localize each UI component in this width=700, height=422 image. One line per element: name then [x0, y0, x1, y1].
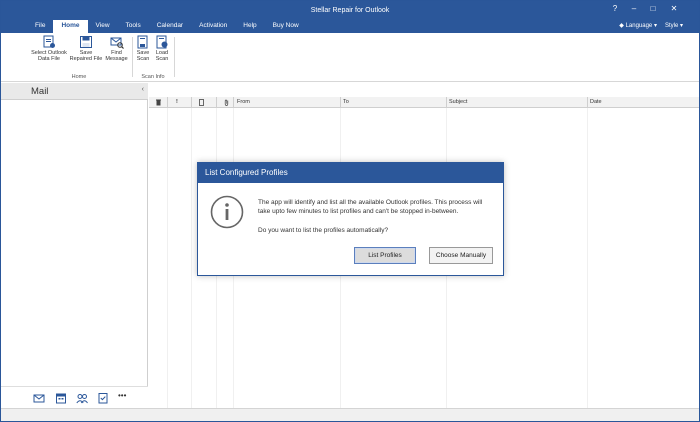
ribbon: Select Outlook Data File Save Repaired F…: [1, 33, 699, 82]
bottom-nav: •••: [1, 386, 148, 408]
more-icon[interactable]: •••: [118, 391, 134, 403]
mail-title: Mail: [31, 86, 49, 97]
column-header-subject[interactable]: Subject: [449, 99, 467, 105]
contacts-icon[interactable]: [76, 392, 88, 404]
column-header-to[interactable]: To: [343, 99, 349, 105]
list-profiles-button[interactable]: List Profiles: [354, 247, 416, 264]
document-icon[interactable]: [198, 99, 205, 106]
language-menu[interactable]: ◆ Language ▾: [619, 22, 657, 29]
load-scan-icon: [156, 35, 168, 49]
ribbon-group-home-label: Home: [71, 74, 87, 80]
grid-header: ! From To Subject Date: [149, 97, 699, 108]
find-message-line2: Message: [105, 56, 128, 62]
save-icon: [80, 36, 92, 48]
column-separator: [167, 97, 168, 108]
ribbon-group-scan-info-label: Scan Info: [141, 74, 165, 80]
menu-buy-now[interactable]: Buy Now: [265, 20, 307, 33]
importance-icon[interactable]: !: [176, 99, 178, 105]
app-window: Stellar Repair for Outlook ? – □ ✕ File …: [0, 0, 700, 422]
title-bar: Stellar Repair for Outlook ? – □ ✕ File …: [1, 1, 699, 33]
grid-line: [167, 108, 168, 408]
select-outlook-data-file-button[interactable]: Select Outlook Data File: [29, 35, 69, 62]
menu-bar: File Home View Tools Calendar Activation…: [27, 20, 307, 33]
tasks-icon[interactable]: [97, 392, 109, 404]
chevron-down-icon: ▾: [652, 23, 657, 29]
mail-header: Mail ‹: [1, 83, 148, 100]
maximize-button[interactable]: □: [646, 4, 660, 13]
menu-help[interactable]: Help: [235, 20, 264, 33]
ribbon-separator: [132, 37, 133, 77]
save-scan-button[interactable]: Save Scan: [134, 35, 152, 62]
menu-tools[interactable]: Tools: [118, 20, 149, 33]
save-repaired-line2: Repaired File: [69, 56, 103, 62]
column-separator: [340, 97, 341, 108]
column-separator: [446, 97, 447, 108]
style-label: Style: [664, 23, 679, 29]
find-message-icon: [110, 37, 124, 49]
column-separator: [191, 97, 192, 108]
help-window-button[interactable]: ?: [608, 4, 622, 13]
load-scan-button[interactable]: Load Scan: [153, 35, 171, 62]
language-label: Language: [625, 23, 653, 29]
grid-line: [191, 108, 192, 408]
menu-home[interactable]: Home: [53, 20, 88, 33]
menu-file[interactable]: File: [27, 20, 53, 33]
chevron-down-icon: ▾: [678, 23, 683, 29]
grid-line: [587, 108, 588, 408]
style-menu[interactable]: Style ▾: [665, 22, 683, 29]
info-icon: [210, 195, 244, 229]
column-separator: [233, 97, 234, 108]
collapse-pane-button[interactable]: ‹: [142, 86, 144, 93]
dialog-body: The app will identify and list all the a…: [198, 183, 503, 275]
minimize-button[interactable]: –: [627, 4, 641, 13]
delete-icon[interactable]: [155, 99, 162, 106]
save-repaired-file-button[interactable]: Save Repaired File: [69, 35, 103, 62]
dialog-question: Do you want to list the profiles automat…: [258, 227, 389, 234]
column-separator: [587, 97, 588, 108]
find-message-button[interactable]: Find Message: [104, 35, 129, 62]
left-pane: Mail ‹ •••: [1, 83, 148, 408]
ribbon-group-home: Select Outlook Data File Save Repaired F…: [29, 33, 129, 82]
save-scan-line2: Scan: [136, 56, 150, 62]
dialog-message: The app will identify and list all the a…: [258, 199, 483, 215]
column-separator: [216, 97, 217, 108]
close-button[interactable]: ✕: [667, 4, 681, 13]
status-bar: [1, 408, 699, 421]
menu-view[interactable]: View: [88, 20, 118, 33]
load-scan-line2: Scan: [155, 56, 169, 62]
choose-manually-button[interactable]: Choose Manually: [429, 247, 493, 264]
column-header-from[interactable]: From: [237, 99, 250, 105]
calendar-icon[interactable]: [55, 392, 67, 404]
save-scan-icon: [137, 35, 148, 49]
app-title: Stellar Repair for Outlook: [310, 7, 390, 14]
mail-icon[interactable]: [33, 392, 45, 404]
dialog-title: List Configured Profiles: [198, 163, 503, 183]
select-outlook-line2: Data File: [37, 56, 60, 62]
right-menu: ◆ Language ▾ Style ▾: [619, 22, 683, 29]
list-configured-profiles-dialog: List Configured Profiles The app will id…: [197, 162, 504, 276]
menu-calendar[interactable]: Calendar: [149, 20, 191, 33]
menu-activation[interactable]: Activation: [191, 20, 235, 33]
ribbon-separator: [174, 37, 175, 77]
select-file-icon: [43, 35, 55, 48]
column-header-date[interactable]: Date: [590, 99, 602, 105]
attachment-icon[interactable]: [223, 99, 230, 106]
ribbon-group-scan-info: Save Scan Load Scan Scan Info: [134, 33, 172, 82]
